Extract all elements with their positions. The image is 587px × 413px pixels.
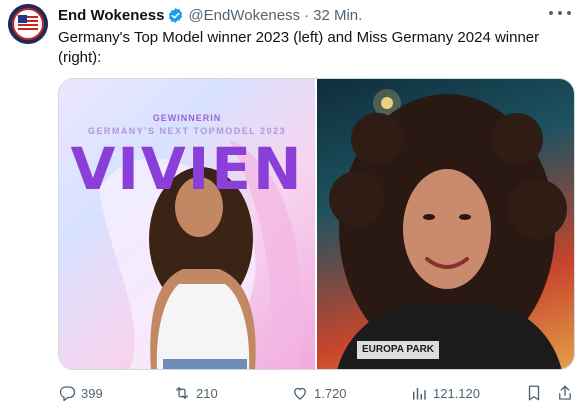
share-icon [559, 385, 571, 400]
author-name[interactable]: End Wokeness [58, 7, 164, 24]
bookmark-button[interactable] [525, 384, 548, 402]
views-count: 121.120 [433, 385, 480, 401]
media-grid[interactable]: GEWINNERIN GERMANY'S NEXT TOPMODEL 2023 … [58, 78, 575, 370]
like-count: 1.720 [314, 385, 347, 401]
bookmark-icon [528, 385, 540, 401]
retweet-icon [176, 387, 188, 399]
reply-icon [59, 386, 76, 402]
right-photo-art [329, 89, 567, 369]
avatar-image [8, 4, 48, 44]
tweet-header: End Wokeness @EndWokeness · 32 Min. [58, 5, 362, 25]
dot-separator: · [304, 6, 310, 24]
reply-button[interactable]: 399 [58, 384, 103, 402]
avatar[interactable] [8, 4, 48, 44]
more-icon[interactable] [549, 6, 571, 20]
retweet-button[interactable]: 210 [173, 384, 218, 402]
retweet-count: 210 [196, 385, 218, 401]
author-handle[interactable]: @EndWokeness [188, 7, 300, 24]
like-button[interactable]: 1.720 [291, 384, 347, 402]
photo-left[interactable]: GEWINNERIN GERMANY'S NEXT TOPMODEL 2023 … [59, 79, 315, 369]
timestamp[interactable]: 32 Min. [313, 7, 362, 24]
share-button[interactable] [556, 384, 579, 402]
tweet-text: Germany's Top Model winner 2023 (left) a… [58, 29, 540, 66]
like-icon [294, 387, 306, 400]
views-icon [413, 387, 426, 400]
shirt-label: EUROPA PARK [361, 344, 435, 355]
verified-badge-icon [169, 7, 183, 23]
reply-count: 399 [81, 385, 103, 401]
winner-label: GEWINNERIN [152, 113, 222, 123]
views-button[interactable]: 121.120 [410, 384, 480, 402]
tweet-actions: 399 210 1.720 121.120 [58, 382, 575, 404]
photo-right[interactable]: EUROPA PARK [317, 79, 574, 369]
winner-name: VIVIEN [70, 135, 304, 203]
